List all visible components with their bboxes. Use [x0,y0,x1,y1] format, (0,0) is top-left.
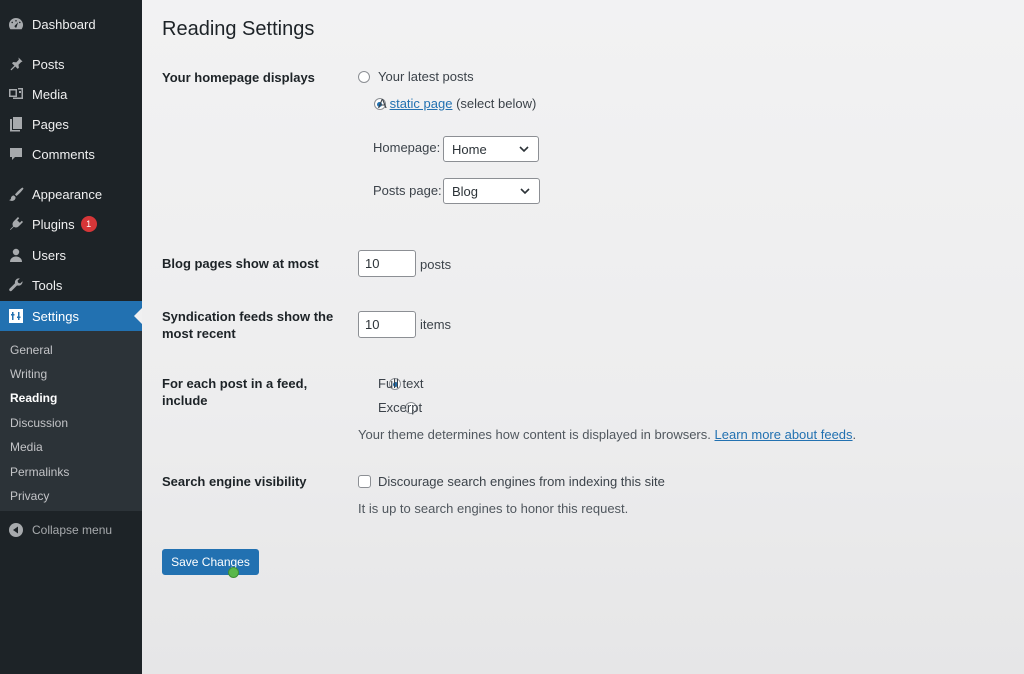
sidebar-item-label: Users [32,247,66,263]
collapse-arrow-icon [8,522,24,538]
sidebar-item-users[interactable]: Users [0,240,142,270]
homepage-select-value: Home [452,141,487,157]
comment-icon [8,146,24,162]
settings-content: Reading Settings Your homepage displays … [142,0,1024,674]
chevron-down-icon [519,146,529,153]
brush-icon [8,186,24,202]
blog-pages-input[interactable] [358,250,416,277]
sidebar-item-label: Pages [32,116,69,132]
static-page-label: A static page (select below) [378,96,536,111]
chevron-down-icon [520,188,530,195]
sidebar-item-label: Comments [32,146,95,162]
search-visibility-description: It is up to search engines to honor this… [358,501,629,516]
save-changes-button[interactable]: Save Changes [162,549,259,575]
pin-icon [8,56,24,72]
posts-page-select-label: Posts page: [373,183,442,198]
submenu-item-privacy[interactable]: Privacy [10,489,49,503]
active-indicator-arrow [134,308,142,324]
plug-icon [8,216,24,232]
cursor-indicator [228,567,239,578]
submenu-item-permalinks[interactable]: Permalinks [10,465,69,479]
full-text-label: Full text [378,376,424,391]
user-icon [8,247,24,263]
sidebar-item-plugins[interactable]: Plugins 1 [0,209,142,239]
sidebar-item-label: Tools [32,277,63,293]
feed-description-text: Your theme determines how content is dis… [358,427,711,442]
submenu-item-general[interactable]: General [10,343,53,357]
sidebar-item-settings[interactable]: Settings [0,301,142,331]
static-page-suffix: (select below) [456,96,537,111]
latest-posts-radio[interactable] [358,71,370,83]
blog-pages-unit: posts [420,257,452,272]
sidebar-item-label: Dashboard [32,16,96,32]
media-icon [8,86,24,102]
page-title: Reading Settings [162,18,315,40]
syndication-feeds-input[interactable] [358,311,416,338]
collapse-menu-label: Collapse menu [32,523,113,537]
discourage-search-checkbox[interactable] [358,475,371,488]
homepage-select-label: Homepage: [373,140,441,155]
syndication-feeds-label: Syndication feeds show the most recent [162,309,334,341]
posts-page-select[interactable]: Blog [443,178,540,204]
static-page-prefix: A [378,96,386,111]
pages-icon [8,116,24,132]
sidebar-item-posts[interactable]: Posts [0,49,142,79]
search-visibility-label: Search engine visibility [162,474,307,489]
blog-pages-label: Blog pages show at most [162,256,319,271]
sidebar-item-label: Plugins [32,216,75,232]
feed-description-period: . [852,427,857,442]
excerpt-label: Excerpt [378,400,423,415]
sidebar-item-comments[interactable]: Comments [0,139,142,169]
update-count-badge: 1 [80,216,97,232]
sidebar-item-label: Appearance [32,186,103,202]
static-page-link[interactable]: static page [390,96,453,111]
sidebar-item-pages[interactable]: Pages [0,109,142,139]
sidebar-item-label: Settings [32,308,79,324]
dashboard-icon [8,16,24,32]
sidebar-item-media[interactable]: Media [0,79,142,109]
sidebar-item-dashboard[interactable]: Dashboard [0,9,142,39]
admin-sidebar: Dashboard Posts Media Pages Comments App… [0,0,142,674]
sidebar-item-appearance[interactable]: Appearance [0,179,142,209]
sidebar-item-label: Media [32,86,68,102]
settings-icon [8,308,24,324]
sidebar-item-label: Posts [32,56,65,72]
settings-submenu: General Writing Reading Discussion Media… [0,331,142,511]
homepage-displays-label: Your homepage displays [162,70,315,85]
posts-page-select-value: Blog [452,183,479,199]
submenu-item-media[interactable]: Media [10,440,43,454]
submenu-item-discussion[interactable]: Discussion [10,416,68,430]
learn-more-feeds-link[interactable]: Learn more about feeds [715,427,853,442]
feed-description: Your theme determines how content is dis… [358,427,856,442]
homepage-select[interactable]: Home [443,136,539,162]
submenu-item-reading[interactable]: Reading [10,391,57,405]
discourage-search-label: Discourage search engines from indexing … [378,474,665,489]
feed-include-label: For each post in a feed, include [162,376,308,408]
collapse-menu-button[interactable]: Collapse menu [0,515,142,545]
sidebar-item-tools[interactable]: Tools [0,270,142,300]
wrench-icon [8,277,24,293]
submenu-item-writing[interactable]: Writing [10,367,47,381]
latest-posts-label: Your latest posts [378,69,474,84]
syndication-feeds-unit: items [420,317,452,332]
